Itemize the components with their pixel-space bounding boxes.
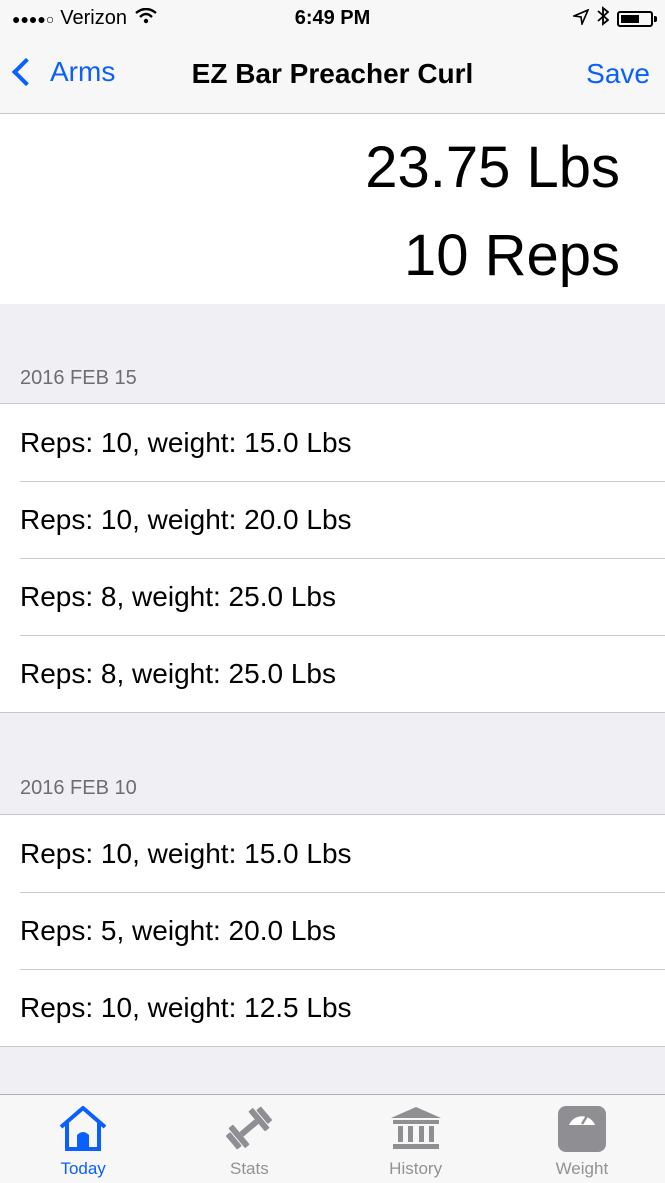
location-arrow-icon bbox=[571, 7, 590, 31]
list-item[interactable]: Reps: 8, weight: 25.0 Lbs bbox=[0, 635, 665, 712]
current-reps[interactable]: 10 Reps bbox=[404, 222, 620, 289]
history-list: Reps: 10, weight: 15.0 Lbs Reps: 5, weig… bbox=[0, 814, 665, 1047]
home-icon bbox=[57, 1105, 109, 1156]
current-entry: 23.75 Lbs 10 Reps bbox=[0, 114, 665, 304]
navigation-bar: Arms EZ Bar Preacher Curl Save bbox=[0, 38, 665, 114]
section-header: 2016 FEB 15 bbox=[20, 367, 137, 389]
status-time: 6:49 PM bbox=[294, 7, 371, 29]
scale-icon bbox=[557, 1105, 607, 1158]
list-item[interactable]: Reps: 10, weight: 15.0 Lbs bbox=[0, 404, 665, 481]
save-button[interactable]: Save bbox=[586, 58, 650, 90]
tab-bar: Today Stats History Weight bbox=[0, 1094, 665, 1183]
tab-weight[interactable]: Weight bbox=[499, 1095, 665, 1183]
tab-label: Stats bbox=[230, 1159, 269, 1178]
history-list: Reps: 10, weight: 15.0 Lbs Reps: 10, wei… bbox=[0, 403, 665, 713]
battery-icon bbox=[617, 11, 657, 27]
current-weight[interactable]: 23.75 Lbs bbox=[365, 134, 620, 201]
status-bar: ●●●●○ Verizon 6:49 PM bbox=[0, 0, 665, 38]
bank-icon bbox=[389, 1105, 443, 1156]
tab-history[interactable]: History bbox=[333, 1095, 499, 1183]
bluetooth-icon bbox=[597, 6, 610, 32]
list-item[interactable]: Reps: 10, weight: 15.0 Lbs bbox=[0, 815, 665, 892]
tab-label: History bbox=[389, 1159, 443, 1178]
section-header: 2016 FEB 10 bbox=[20, 777, 137, 799]
tab-today[interactable]: Today bbox=[0, 1095, 166, 1183]
status-right bbox=[571, 6, 657, 32]
list-item[interactable]: Reps: 10, weight: 20.0 Lbs bbox=[0, 481, 665, 558]
page-title: EZ Bar Preacher Curl bbox=[191, 58, 474, 89]
list-item[interactable]: Reps: 5, weight: 20.0 Lbs bbox=[0, 892, 665, 969]
tab-stats[interactable]: Stats bbox=[166, 1095, 332, 1183]
list-item[interactable]: Reps: 10, weight: 12.5 Lbs bbox=[0, 969, 665, 1046]
dumbbell-icon bbox=[222, 1105, 276, 1156]
list-item[interactable]: Reps: 8, weight: 25.0 Lbs bbox=[0, 558, 665, 635]
tab-label: Today bbox=[60, 1159, 106, 1178]
tab-label: Weight bbox=[555, 1159, 609, 1178]
